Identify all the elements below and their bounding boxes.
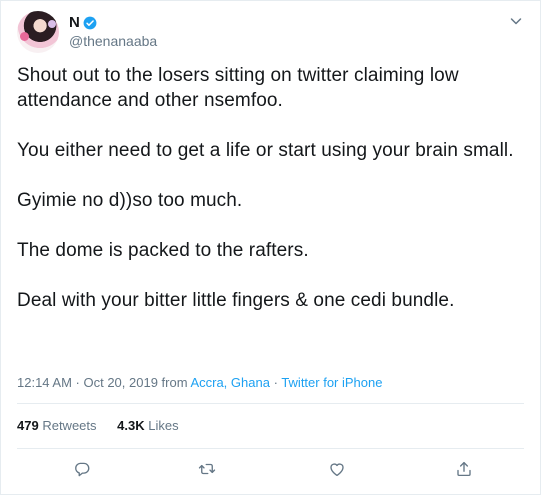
likes-label: Likes	[148, 418, 179, 433]
heart-icon	[328, 460, 346, 483]
likes-stat[interactable]: 4.3K Likes	[117, 417, 178, 435]
from-label: from	[161, 375, 188, 390]
tweet-paragraph: The dome is packed to the rafters.	[17, 240, 309, 261]
retweet-button[interactable]	[196, 460, 218, 482]
likes-count: 4.3K	[117, 418, 145, 433]
avatar[interactable]	[17, 11, 59, 53]
display-name-row: N	[69, 14, 157, 31]
verified-badge-icon	[83, 16, 97, 30]
divider	[17, 403, 524, 404]
tweet-text: Shout out to the losers sitting on twitt…	[17, 63, 522, 313]
tweet-header: N @thenanaaba	[17, 11, 524, 53]
reply-button[interactable]	[71, 460, 93, 482]
reply-icon	[73, 460, 91, 483]
tweet-actions	[1, 460, 542, 482]
tweet-stats: 479 Retweets 4.3K Likes	[17, 417, 196, 435]
source-link[interactable]: Twitter for iPhone	[281, 375, 382, 390]
share-button[interactable]	[453, 460, 475, 482]
tweet-paragraph: Deal with your bitter little fingers & o…	[17, 290, 455, 311]
retweet-icon	[198, 460, 216, 483]
tweet-paragraph: Shout out to the losers sitting on twitt…	[17, 65, 459, 111]
like-button[interactable]	[326, 460, 348, 482]
avatar-decoration	[20, 32, 29, 41]
retweets-count: 479	[17, 418, 39, 433]
tweet-timestamp[interactable]: 12:14 AM · Oct 20, 2019	[17, 375, 158, 390]
divider	[17, 448, 524, 449]
tweet-card: N @thenanaaba Shout out to the losers si…	[0, 0, 541, 495]
display-name[interactable]: N	[69, 14, 80, 31]
retweets-stat[interactable]: 479 Retweets	[17, 417, 97, 435]
user-handle[interactable]: @thenanaaba	[69, 32, 157, 50]
retweets-label: Retweets	[42, 418, 97, 433]
chevron-down-icon[interactable]	[508, 13, 524, 29]
meta-separator: ·	[273, 375, 278, 390]
share-icon	[455, 460, 473, 483]
avatar-decoration	[48, 20, 56, 28]
location-link[interactable]: Accra, Ghana	[190, 375, 270, 390]
tweet-paragraph: You either need to get a life or start u…	[17, 140, 514, 161]
tweet-metadata: 12:14 AM · Oct 20, 2019 from Accra, Ghan…	[17, 374, 382, 392]
author-info[interactable]: N @thenanaaba	[69, 14, 157, 50]
tweet-paragraph: Gyimie no d))so too much.	[17, 190, 243, 211]
